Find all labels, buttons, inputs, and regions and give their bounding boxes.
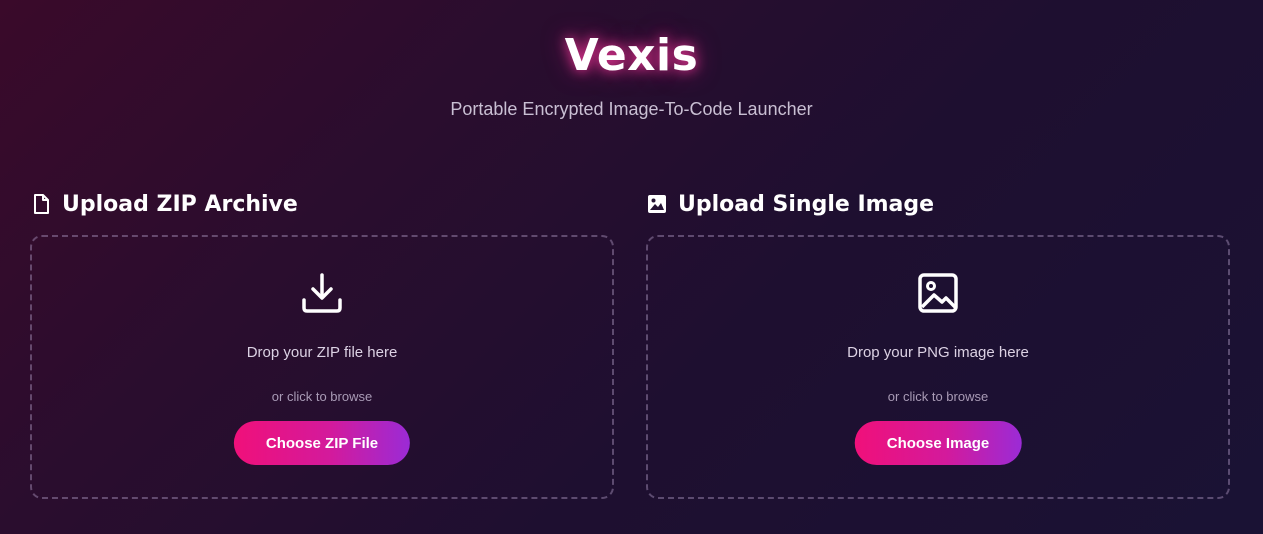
zip-browse-text: or click to browse bbox=[271, 389, 373, 404]
zip-dropzone[interactable]: Drop your ZIP file here or click to brow… bbox=[30, 235, 614, 499]
file-icon bbox=[30, 193, 52, 215]
image-panel-heading-text: Upload Single Image bbox=[678, 191, 935, 217]
zip-upload-panel: Upload ZIP Archive Drop your ZIP file he… bbox=[30, 188, 614, 500]
image-upload-panel: Upload Single Image Drop your PNG image … bbox=[646, 188, 1230, 500]
zip-panel-heading-text: Upload ZIP Archive bbox=[62, 191, 298, 217]
choose-zip-button[interactable]: Choose ZIP File bbox=[233, 421, 411, 465]
image-icon bbox=[646, 193, 668, 215]
choose-image-button[interactable]: Choose Image bbox=[854, 421, 1022, 465]
image-panel-heading: Upload Single Image bbox=[646, 188, 1230, 220]
image-dropzone[interactable]: Drop your PNG image here or click to bro… bbox=[646, 235, 1230, 499]
app-subtitle: Portable Encrypted Image-To-Code Launche… bbox=[450, 99, 813, 119]
zip-panel-heading: Upload ZIP Archive bbox=[30, 188, 614, 220]
image-icon bbox=[916, 271, 960, 315]
download-icon bbox=[300, 271, 344, 315]
image-drop-text: Drop your PNG image here bbox=[847, 344, 1029, 361]
image-browse-text: or click to browse bbox=[887, 389, 989, 404]
app-title: Vexis bbox=[564, 30, 699, 81]
zip-drop-text: Drop your ZIP file here bbox=[246, 344, 398, 361]
